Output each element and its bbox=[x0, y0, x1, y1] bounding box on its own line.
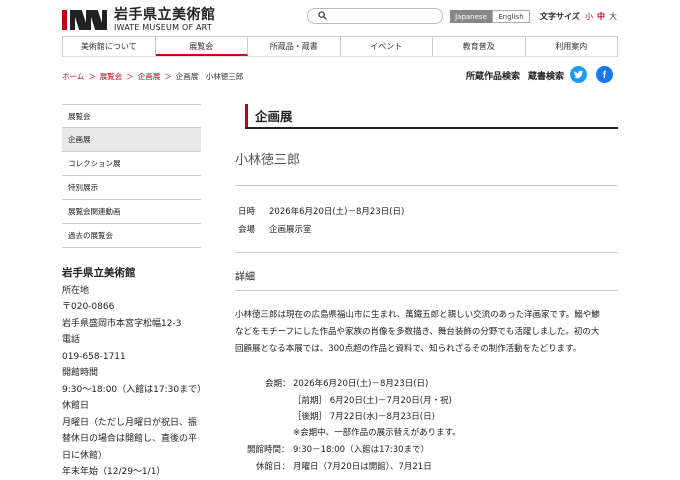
hours-value: 9:30～18:00（入館は17:30まで） bbox=[62, 384, 207, 395]
page-heading: 企画展 bbox=[245, 104, 618, 129]
closed-line-1: 月曜日（ただし月曜日が祝日、振 bbox=[62, 417, 198, 428]
divider bbox=[235, 252, 618, 253]
font-size-label: 文字サイズ bbox=[540, 12, 580, 21]
detail-heading: 詳細 bbox=[235, 272, 255, 283]
lang-english-button[interactable]: English bbox=[492, 10, 530, 23]
closed-line-2: 替休日の場合は開館し、直後の平 bbox=[62, 434, 198, 444]
site-logo[interactable]: 岩手県立美術館 IWATE MUSEUM OF ART bbox=[62, 8, 216, 32]
hours-label: 開館時間 bbox=[62, 368, 99, 378]
collection-search-link[interactable]: 所蔵作品検索 bbox=[466, 69, 520, 82]
divider bbox=[235, 290, 618, 291]
detail-hours-label: 開館時間： bbox=[247, 445, 290, 455]
museum-info: 岩手県立美術館 所在地 〒020-0866 岩手県盛岡市本宮字松幅12-3 電話… bbox=[62, 265, 212, 480]
exhibition-description: 小林徳三郎は現在の広島県福山市に生まれ、萬鐵五郎と親しい交流のあった洋画家です。… bbox=[235, 307, 618, 358]
detail-closed-label: 休館日： bbox=[256, 462, 291, 472]
library-search-link[interactable]: 蔵書検索 bbox=[528, 69, 564, 82]
logo-title-en: IWATE MUSEUM OF ART bbox=[114, 23, 212, 32]
breadcrumb-special[interactable]: 企画展 bbox=[138, 71, 161, 82]
detail-hours-value: 9:30－18:00（入館は17:30まで） bbox=[293, 445, 430, 455]
page-title: 企画展 bbox=[255, 109, 293, 124]
nav-about[interactable]: 美術館について bbox=[62, 37, 156, 56]
facebook-icon[interactable] bbox=[596, 66, 613, 83]
first-term: ［前期］ 6月20日(土)－7月20日(月・祝) bbox=[293, 396, 452, 406]
sidebar-item-collection[interactable]: コレクション展 bbox=[62, 152, 201, 176]
description-line: などをモチーフにした作品や家族の肖像を多数描き、舞台装飾の分野でも活躍しました。… bbox=[235, 327, 600, 337]
sidebar-item-exhibitions[interactable]: 展覧会 bbox=[62, 104, 201, 128]
description-line: 回顧展となる本展では、300点超の作品と資料で、知られざるその制作活動をたどりま… bbox=[235, 344, 582, 354]
venue-value: 企画展示室 bbox=[269, 225, 312, 235]
search-input[interactable] bbox=[307, 8, 443, 24]
nav-guide[interactable]: 利用案内 bbox=[526, 37, 618, 56]
date-row: 日時 2026年6月20日(土)－8月23日(日) bbox=[238, 205, 404, 217]
logo-mark-icon bbox=[62, 10, 108, 30]
closed-line-4: 年末年始（12/29～1/1） bbox=[62, 467, 166, 477]
detail-closed-value: 月曜日（7月20日は開館）、7月21日 bbox=[293, 462, 432, 472]
closed-label: 休館日 bbox=[62, 401, 90, 411]
nav-education[interactable]: 教育普及 bbox=[433, 37, 526, 56]
venue-row: 会場 企画展示室 bbox=[238, 223, 312, 235]
date-value: 2026年6月20日(土)－8月23日(日) bbox=[269, 207, 405, 217]
nav-exhibitions[interactable]: 展覧会 bbox=[155, 37, 248, 56]
breadcrumb-current: 企画展 小林徳三郎 bbox=[175, 72, 244, 81]
venue-label: 会場 bbox=[238, 225, 256, 235]
exhibition-title: 小林徳三郎 bbox=[235, 153, 301, 168]
breadcrumb-separator: ＞ bbox=[88, 72, 96, 81]
divider bbox=[235, 185, 618, 186]
phone-number: 019-658-1711 bbox=[62, 351, 126, 362]
closed-line-3: 日に休館） bbox=[62, 450, 108, 461]
breadcrumb: ホーム ＞ 展覧会 ＞ 企画展 ＞ 企画展 小林徳三郎 bbox=[62, 71, 243, 82]
nav-collection[interactable]: 所蔵品・蔵書 bbox=[248, 37, 341, 56]
museum-name: 岩手県立美術館 bbox=[62, 267, 136, 279]
sidebar-menu: 展覧会 企画展 コレクション展 特別展示 展覧会関連動画 過去の展覧会 bbox=[62, 104, 201, 248]
font-size-large-button[interactable]: 大 bbox=[609, 11, 617, 22]
phone-label: 電話 bbox=[62, 335, 81, 345]
second-term: ［後期］ 7月22日(水)－8月23日(日) bbox=[293, 412, 435, 422]
sidebar-item-special[interactable]: 企画展 bbox=[62, 128, 201, 152]
breadcrumb-separator: ＞ bbox=[126, 72, 134, 81]
lang-japanese-button[interactable]: Japanese bbox=[450, 10, 492, 23]
address-label: 所在地 bbox=[62, 285, 90, 296]
breadcrumb-separator: ＞ bbox=[164, 72, 172, 81]
description-line: 小林徳三郎は現在の広島県福山市に生まれ、萬鐵五郎と親しい交流のあった洋画家です。… bbox=[235, 310, 600, 320]
period-label: 会期： bbox=[265, 379, 291, 389]
font-size-small-button[interactable]: 小 bbox=[585, 11, 593, 22]
postal-code: 〒020-0866 bbox=[62, 302, 115, 312]
sidebar-item-featured[interactable]: 特別展示 bbox=[62, 176, 201, 200]
font-size-medium-button[interactable]: 中 bbox=[597, 11, 605, 22]
breadcrumb-home[interactable]: ホーム bbox=[62, 71, 84, 82]
period-value: 2026年6月20日(土)－8月23日(日) bbox=[293, 379, 429, 389]
sidebar-item-past[interactable]: 過去の展覧会 bbox=[62, 224, 201, 248]
breadcrumb-exhibitions[interactable]: 展覧会 bbox=[100, 71, 123, 82]
nav-events[interactable]: イベント bbox=[341, 37, 433, 56]
date-label: 日時 bbox=[238, 207, 256, 217]
logo-title-ja: 岩手県立美術館 bbox=[114, 7, 216, 23]
rotation-note: ※会期中、一部作品の展示替えがあります。 bbox=[293, 428, 461, 438]
address: 岩手県盛岡市本宮字松幅12-3 bbox=[62, 318, 182, 329]
search-icon bbox=[318, 11, 327, 20]
global-nav: 美術館について 展覧会 所蔵品・蔵書 イベント 教育普及 利用案内 bbox=[62, 36, 618, 57]
twitter-icon[interactable] bbox=[570, 66, 587, 83]
sidebar-item-videos[interactable]: 展覧会関連動画 bbox=[62, 200, 201, 224]
heading-accent-bar bbox=[245, 104, 248, 127]
